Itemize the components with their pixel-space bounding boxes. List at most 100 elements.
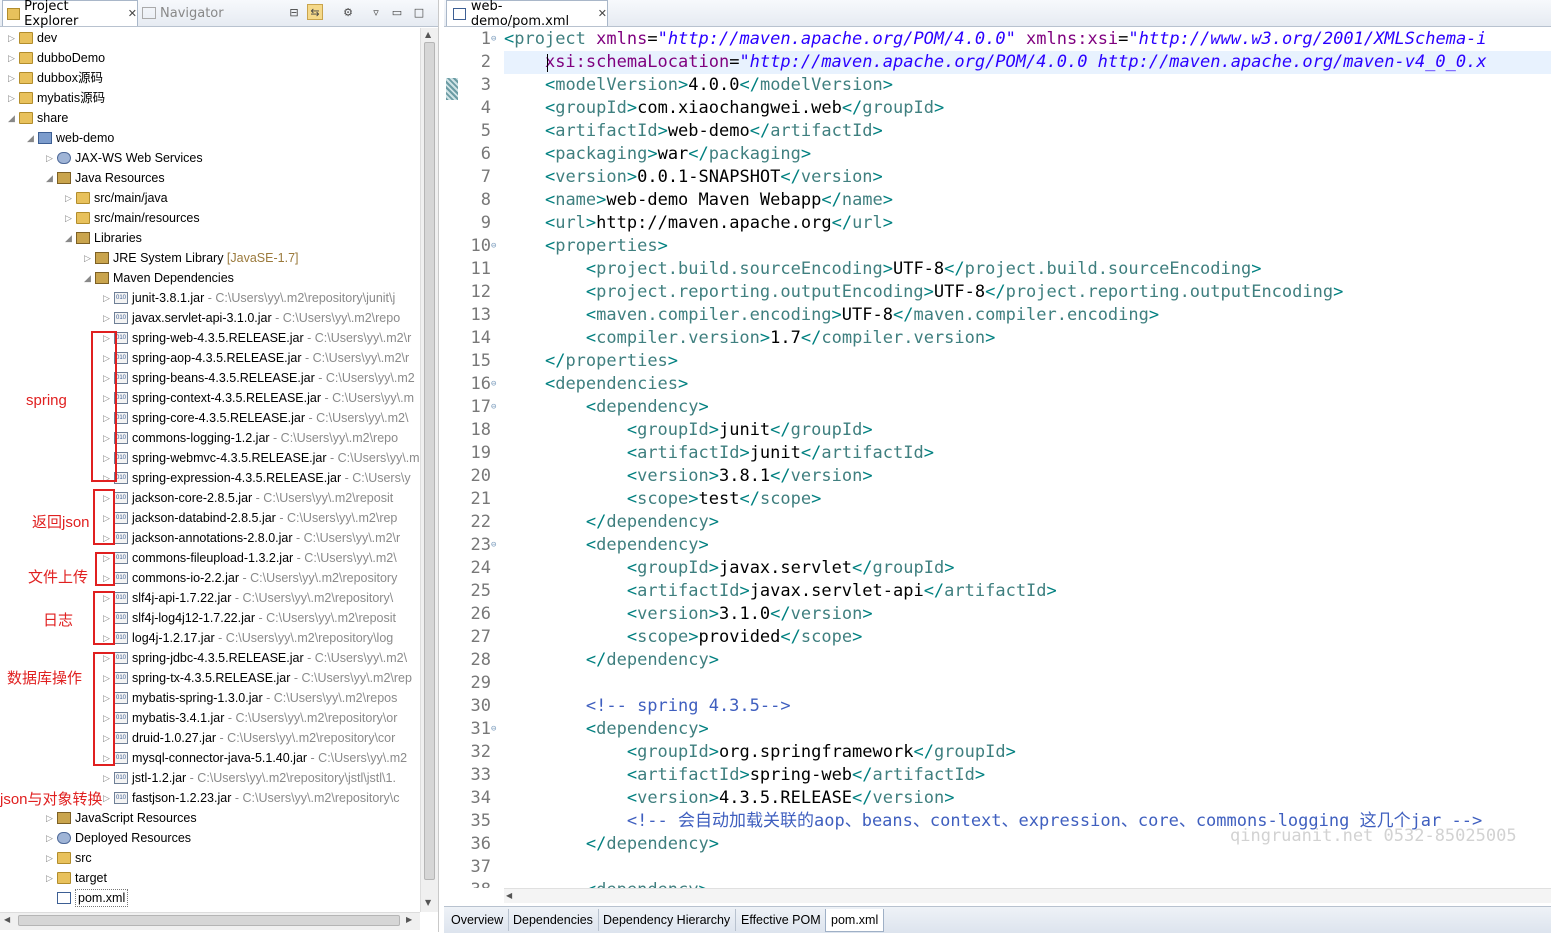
expand-arrow-icon[interactable]: ▷ bbox=[46, 828, 56, 848]
filter-icon[interactable]: ⚙ bbox=[340, 4, 356, 20]
fold-toggle-icon[interactable]: ⊖ bbox=[491, 718, 496, 741]
tree-item[interactable]: ▷ 010 jackson-core-2.8.5.jar - C:\Users\yy… bbox=[0, 488, 420, 508]
tree-item-label: commons-fileupload-1.3.2.jar bbox=[132, 551, 294, 565]
code-line: 14 <compiler.version>1.7</compiler.versi… bbox=[444, 327, 1551, 350]
tree-item[interactable]: ▷ 010 spring-beans-4.3.5.RELEASE.jar - C:\… bbox=[0, 368, 420, 388]
tree-item[interactable]: ▷ 010 commons-fileupload-1.3.2.jar - C:\Us… bbox=[0, 548, 420, 568]
expand-arrow-icon[interactable]: ▷ bbox=[84, 248, 94, 268]
tree-item[interactable]: ▷ src bbox=[0, 848, 420, 868]
fold-toggle-icon[interactable]: ⊖ bbox=[491, 534, 496, 557]
tree-item[interactable]: ▷ 010 spring-core-4.3.5.RELEASE.jar - C:\U… bbox=[0, 408, 420, 428]
expand-arrow-icon[interactable]: ▷ bbox=[46, 148, 56, 168]
tree-item[interactable]: ▷ 010 mysql-connector-java-5.1.40.jar - C:… bbox=[0, 748, 420, 768]
java-resources-icon bbox=[57, 172, 71, 184]
tree-item[interactable]: ◢ Maven Dependencies bbox=[0, 268, 420, 288]
expand-arrow-icon[interactable]: ▷ bbox=[103, 308, 113, 328]
tree-item[interactable]: pom.xml bbox=[0, 888, 420, 908]
library-icon bbox=[95, 272, 109, 284]
tree-item[interactable]: ▷ 010 spring-expression-4.3.5.RELEASE.jar … bbox=[0, 468, 420, 488]
scroll-right-icon[interactable]: ▶ bbox=[406, 915, 412, 924]
tree-item[interactable]: ▷ dubbox源码 bbox=[0, 68, 420, 88]
scroll-up-icon[interactable]: ▲ bbox=[425, 30, 431, 39]
scroll-down-icon[interactable]: ▼ bbox=[425, 898, 431, 907]
close-icon[interactable]: ✕ bbox=[128, 7, 137, 20]
collapse-arrow-icon[interactable]: ◢ bbox=[84, 268, 94, 288]
tree-item[interactable]: ▷ 010 spring-aop-4.3.5.RELEASE.jar - C:\Us… bbox=[0, 348, 420, 368]
tree-item[interactable]: ▷ dubboDemo bbox=[0, 48, 420, 68]
tab-project-explorer[interactable]: Project Explorer ✕ bbox=[2, 0, 138, 29]
vertical-scrollbar-thumb[interactable] bbox=[424, 42, 435, 880]
tree-item[interactable]: ▷ src/main/java bbox=[0, 188, 420, 208]
tree-item[interactable]: ▷ JRE System Library [JavaSE-1.7] bbox=[0, 248, 420, 268]
tree-item[interactable]: ▷ 010 javax.servlet-api-3.1.0.jar - C:\Use… bbox=[0, 308, 420, 328]
tree-item[interactable]: ▷ dev bbox=[0, 28, 420, 48]
expand-arrow-icon[interactable]: ▷ bbox=[65, 188, 75, 208]
close-icon[interactable]: ✕ bbox=[598, 7, 607, 20]
expand-arrow-icon[interactable]: ▷ bbox=[46, 868, 56, 888]
tree-item[interactable]: ▷ 010 jstl-1.2.jar - C:\Users\yy\.m2\repos… bbox=[0, 768, 420, 788]
pom-editor-tab[interactable]: Dependencies bbox=[508, 909, 599, 931]
expand-arrow-icon[interactable]: ▷ bbox=[103, 288, 113, 308]
expand-arrow-icon[interactable]: ▷ bbox=[103, 788, 113, 808]
expand-arrow-icon[interactable]: ▷ bbox=[65, 208, 75, 228]
fold-toggle-icon[interactable]: ⊖ bbox=[491, 373, 496, 396]
tree-item[interactable]: ▷ 010 druid-1.0.27.jar - C:\Users\yy\.m2\r… bbox=[0, 728, 420, 748]
scroll-left-icon[interactable]: ◀ bbox=[4, 915, 10, 924]
tab-navigator[interactable]: Navigator bbox=[142, 0, 224, 26]
tree-item[interactable]: ▷ 010 mybatis-3.4.1.jar - C:\Users\yy\.m2\… bbox=[0, 708, 420, 728]
expand-arrow-icon[interactable]: ▷ bbox=[46, 848, 56, 868]
collapse-all-icon[interactable]: ⊟ bbox=[286, 4, 302, 20]
tree-item[interactable]: ▷ 010 spring-webmvc-4.3.5.RELEASE.jar - C:… bbox=[0, 448, 420, 468]
collapse-arrow-icon[interactable]: ◢ bbox=[27, 128, 37, 148]
minimize-icon[interactable]: ▭ bbox=[389, 4, 405, 20]
collapse-arrow-icon[interactable]: ◢ bbox=[8, 108, 18, 128]
pom-editor-tab[interactable]: Overview bbox=[446, 909, 510, 931]
tree-item[interactable]: ▷ 010 slf4j-api-1.7.22.jar - C:\Users\yy\.… bbox=[0, 588, 420, 608]
expand-arrow-icon[interactable]: ▷ bbox=[46, 808, 56, 828]
collapse-arrow-icon[interactable]: ◢ bbox=[65, 228, 75, 248]
expand-arrow-icon[interactable]: ▷ bbox=[8, 68, 18, 88]
pom-editor-tab[interactable]: Effective POM bbox=[736, 909, 827, 931]
pom-editor-tab[interactable]: Dependency Hierarchy bbox=[598, 909, 737, 931]
expand-arrow-icon[interactable]: ▷ bbox=[8, 28, 18, 48]
jar-icon: 010 bbox=[114, 752, 128, 764]
expand-arrow-icon[interactable]: ▷ bbox=[8, 88, 18, 108]
code-text: <dependency> bbox=[585, 397, 709, 417]
tree-item[interactable]: ▷ 010 mybatis-spring-1.3.0.jar - C:\Users\… bbox=[0, 688, 420, 708]
tree-item-path: - C:\Users\yy\.m2\r bbox=[303, 331, 412, 345]
tree-item[interactable]: ▷ target bbox=[0, 868, 420, 888]
tree-item-label: spring-context-4.3.5.RELEASE.jar bbox=[132, 391, 321, 405]
link-with-editor-icon[interactable]: ⇆ bbox=[307, 4, 323, 20]
tree-item[interactable]: ▷ JavaScript Resources bbox=[0, 808, 420, 828]
tree-item[interactable]: ▷ src/main/resources bbox=[0, 208, 420, 228]
fold-toggle-icon[interactable]: ⊖ bbox=[491, 396, 496, 419]
editor-tab-pom[interactable]: web-demo/pom.xml ✕ bbox=[446, 0, 608, 29]
jar-icon: 010 bbox=[114, 612, 128, 624]
tree-item[interactable]: ▷ Deployed Resources bbox=[0, 828, 420, 848]
tree-item[interactable]: ▷ 010 spring-jdbc-4.3.5.RELEASE.jar - C:\U… bbox=[0, 648, 420, 668]
scroll-left-icon[interactable]: ◀ bbox=[506, 891, 512, 900]
maximize-icon[interactable]: □ bbox=[411, 4, 427, 20]
tree-item[interactable]: ◢ share bbox=[0, 108, 420, 128]
tree-item[interactable]: ◢ Libraries bbox=[0, 228, 420, 248]
tree-item[interactable]: ▷ 010 junit-3.8.1.jar - C:\Users\yy\.m2\re… bbox=[0, 288, 420, 308]
pom-editor-tab[interactable]: pom.xml bbox=[825, 909, 885, 932]
tree-item[interactable]: ▷ 010 commons-logging-1.2.jar - C:\Users\y… bbox=[0, 428, 420, 448]
fold-toggle-icon[interactable]: ⊖ bbox=[491, 28, 496, 51]
code-area[interactable]: 1 ⊖ <project xmlns="http://maven.apache.or… bbox=[444, 28, 1551, 888]
tree-item[interactable]: ◢ web-demo bbox=[0, 128, 420, 148]
collapse-arrow-icon[interactable]: ◢ bbox=[46, 168, 56, 188]
code-line: 3 <modelVersion>4.0.0</modelVersion> bbox=[444, 74, 1551, 97]
fold-toggle-icon[interactable]: ⊖ bbox=[491, 235, 496, 258]
editor-horizontal-scrollbar[interactable] bbox=[504, 888, 1551, 903]
tree-item[interactable]: ▷ mybatis源码 bbox=[0, 88, 420, 108]
annotation-box-upload bbox=[95, 552, 115, 586]
expand-arrow-icon[interactable]: ▷ bbox=[103, 768, 113, 788]
horizontal-scrollbar-thumb[interactable] bbox=[18, 915, 400, 926]
tree-item[interactable]: ▷ JAX-WS Web Services bbox=[0, 148, 420, 168]
tree-item[interactable]: ▷ 010 log4j-1.2.17.jar - C:\Users\yy\.m2\r… bbox=[0, 628, 420, 648]
expand-arrow-icon[interactable]: ▷ bbox=[8, 48, 18, 68]
view-menu-icon[interactable]: ▿ bbox=[368, 4, 384, 20]
tree-item[interactable]: ◢ Java Resources bbox=[0, 168, 420, 188]
tree-item[interactable]: ▷ 010 spring-web-4.3.5.RELEASE.jar - C:\Us… bbox=[0, 328, 420, 348]
